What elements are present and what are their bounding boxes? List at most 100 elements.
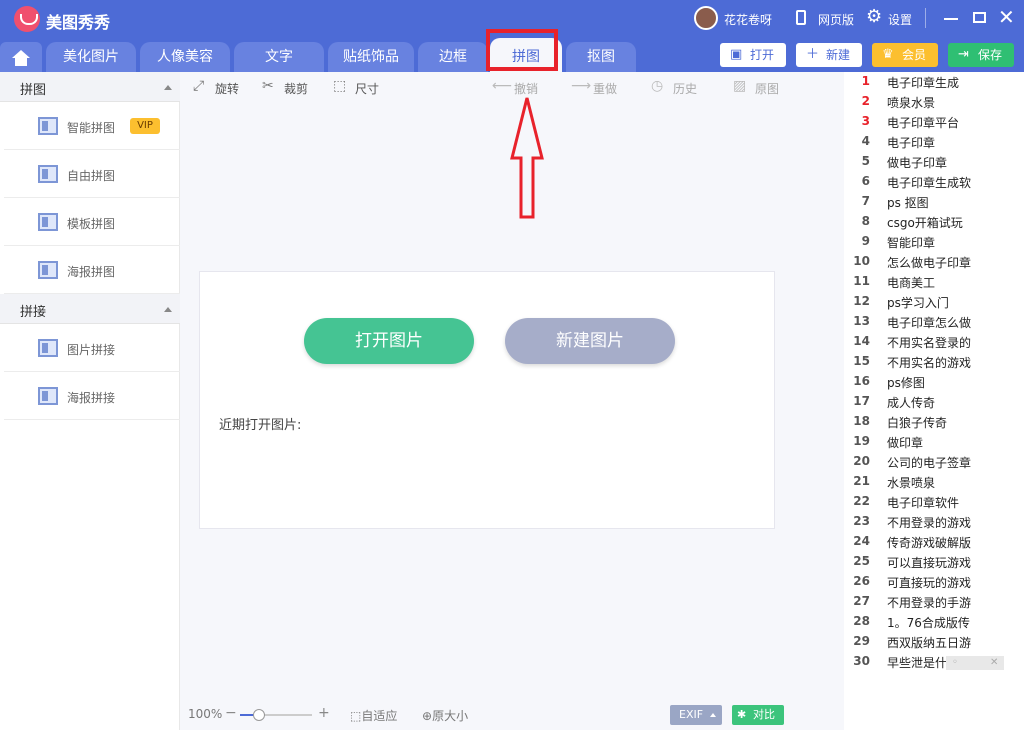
sidebar-item-free-collage[interactable]: 自由拼图 <box>4 150 180 198</box>
open-image-button[interactable]: 打开图片 <box>304 318 474 364</box>
tab-text[interactable]: 文字 <box>234 42 324 72</box>
maximize-button[interactable] <box>973 12 986 23</box>
rank-text[interactable]: ps修图 <box>887 374 925 391</box>
compare-button[interactable]: ✱ 对比 <box>732 705 784 725</box>
hot-search-item[interactable]: 29 西双版纳五日游 <box>844 632 1024 652</box>
hot-search-item[interactable]: 20 公司的电子签章 <box>844 452 1024 472</box>
rank-text[interactable]: 做印章 <box>887 434 923 451</box>
sidebar-item-image-stitch[interactable]: 图片拼接 <box>4 324 180 372</box>
zoom-slider[interactable] <box>240 714 312 716</box>
rank-text[interactable]: 电子印章怎么做 <box>887 314 971 331</box>
section-collage-header[interactable]: 拼图 <box>0 72 180 102</box>
user-name[interactable]: 花花卷呀 <box>724 11 772 28</box>
user-avatar[interactable] <box>694 6 718 30</box>
rank-text[interactable]: 电子印章平台 <box>887 114 959 131</box>
tab-home[interactable] <box>0 42 42 72</box>
fit-button[interactable]: ⬚自适应 <box>350 707 397 724</box>
rank-text[interactable]: 电子印章生成软 <box>887 174 971 191</box>
rank-text[interactable]: 电子印章生成 <box>887 74 959 91</box>
hot-search-item[interactable]: 1 电子印章生成 <box>844 72 1024 92</box>
hot-search-item[interactable]: 8 csgo开箱试玩 <box>844 212 1024 232</box>
sidebar-item-poster-collage[interactable]: 海报拼图 <box>4 246 180 294</box>
exif-button[interactable]: EXIF <box>670 705 722 725</box>
rank-text[interactable]: 喷泉水景 <box>887 94 935 111</box>
rank-text[interactable]: 智能印章 <box>887 234 935 251</box>
hot-search-item[interactable]: 6 电子印章生成软 <box>844 172 1024 192</box>
rank-text[interactable]: 水景喷泉 <box>887 474 935 491</box>
sidebar-item-smart-collage[interactable]: 智能拼图 VIP <box>4 102 180 150</box>
hot-search-item[interactable]: 24 传奇游戏破解版 <box>844 532 1024 552</box>
hot-search-item[interactable]: 13 电子印章怎么做 <box>844 312 1024 332</box>
rank-text[interactable]: csgo开箱试玩 <box>887 214 963 231</box>
hot-search-item[interactable]: 5 做电子印章 <box>844 152 1024 172</box>
rank-text[interactable]: 西双版纳五日游 <box>887 634 971 651</box>
tab-portrait[interactable]: 人像美容 <box>140 42 230 72</box>
hot-search-item[interactable]: 22 电子印章软件 <box>844 492 1024 512</box>
hot-search-item[interactable]: 15 不用实名的游戏 <box>844 352 1024 372</box>
hot-search-item[interactable]: 17 成人传奇 <box>844 392 1024 412</box>
zoom-slider-handle[interactable] <box>253 709 265 721</box>
hot-search-item[interactable]: 28 1。76合成版传 <box>844 612 1024 632</box>
rank-text[interactable]: 电子印章软件 <box>887 494 959 511</box>
tab-beautify[interactable]: 美化图片 <box>46 42 136 72</box>
hot-search-item[interactable]: 27 不用登录的手游 <box>844 592 1024 612</box>
gear-icon[interactable]: ⚙ <box>866 7 882 27</box>
new-image-button[interactable]: 新建图片 <box>505 318 675 364</box>
rank-text[interactable]: ps 抠图 <box>887 194 929 211</box>
hot-search-item[interactable]: 23 不用登录的游戏 <box>844 512 1024 532</box>
ad-close-bar[interactable]: ◦ ✕ <box>946 656 1004 670</box>
original-size-button[interactable]: ⊕原大小 <box>422 707 468 724</box>
hot-search-item[interactable]: 10 怎么做电子印章 <box>844 252 1024 272</box>
hot-search-item[interactable]: 19 做印章 <box>844 432 1024 452</box>
hot-search-item[interactable]: 26 可直接玩的游戏 <box>844 572 1024 592</box>
hot-search-item[interactable]: 7 ps 抠图 <box>844 192 1024 212</box>
section-stitch-header[interactable]: 拼接 <box>0 294 180 324</box>
rank-text[interactable]: 1。76合成版传 <box>887 614 970 631</box>
vip-button[interactable]: ♛ 会员 <box>872 43 938 67</box>
rank-text[interactable]: 不用登录的手游 <box>887 594 971 611</box>
rank-text[interactable]: 电商美工 <box>887 274 935 291</box>
rank-text[interactable]: 做电子印章 <box>887 154 947 171</box>
zoom-in-button[interactable]: + <box>318 705 330 721</box>
close-window-button[interactable]: ✕ <box>998 6 1015 28</box>
rank-text[interactable]: ps学习入门 <box>887 294 949 311</box>
collapse-arrow-icon[interactable] <box>164 85 172 90</box>
rank-text[interactable]: 怎么做电子印章 <box>887 254 971 271</box>
rank-text[interactable]: 不用实名登录的 <box>887 334 971 351</box>
settings-link[interactable]: 设置 <box>888 11 912 28</box>
tab-stickers[interactable]: 贴纸饰品 <box>328 42 414 72</box>
rank-text[interactable]: 可以直接玩游戏 <box>887 554 971 571</box>
tab-cutout[interactable]: 抠图 <box>566 42 636 72</box>
tab-frames[interactable]: 边框 <box>418 42 488 72</box>
open-button[interactable]: ▣ 打开 <box>720 43 786 67</box>
zoom-out-button[interactable]: − <box>225 705 237 721</box>
collapse-arrow-icon[interactable] <box>164 307 172 312</box>
rank-text[interactable]: 不用登录的游戏 <box>887 514 971 531</box>
hot-search-item[interactable]: 2 喷泉水景 <box>844 92 1024 112</box>
minimize-button[interactable] <box>944 18 958 20</box>
web-version-link[interactable]: 网页版 <box>818 11 854 28</box>
rank-text[interactable]: 公司的电子签章 <box>887 454 971 471</box>
hot-search-item[interactable]: 12 ps学习入门 <box>844 292 1024 312</box>
hot-search-item[interactable]: 16 ps修图 <box>844 372 1024 392</box>
rank-text[interactable]: 传奇游戏破解版 <box>887 534 971 551</box>
rank-text[interactable]: 不用实名的游戏 <box>887 354 971 371</box>
new-button[interactable]: ＋ 新建 <box>796 43 862 67</box>
hot-search-item[interactable]: 4 电子印章 <box>844 132 1024 152</box>
hot-search-item[interactable]: 3 电子印章平台 <box>844 112 1024 132</box>
hot-search-item[interactable]: 21 水景喷泉 <box>844 472 1024 492</box>
save-button[interactable]: ⇥ 保存 <box>948 43 1014 67</box>
rank-text[interactable]: 电子印章 <box>887 134 935 151</box>
close-icon[interactable]: ✕ <box>990 656 998 670</box>
hot-search-item[interactable]: 11 电商美工 <box>844 272 1024 292</box>
phone-icon[interactable] <box>796 10 806 25</box>
hot-search-item[interactable]: 18 白狼子传奇 <box>844 412 1024 432</box>
sidebar-item-poster-stitch[interactable]: 海报拼接 <box>4 372 180 420</box>
rank-text[interactable]: 成人传奇 <box>887 394 935 411</box>
rank-text[interactable]: 白狼子传奇 <box>887 414 947 431</box>
hot-search-item[interactable]: 9 智能印章 <box>844 232 1024 252</box>
hot-search-item[interactable]: 25 可以直接玩游戏 <box>844 552 1024 572</box>
sidebar-item-template-collage[interactable]: 模板拼图 <box>4 198 180 246</box>
hot-search-item[interactable]: 14 不用实名登录的 <box>844 332 1024 352</box>
rank-text[interactable]: 可直接玩的游戏 <box>887 574 971 591</box>
